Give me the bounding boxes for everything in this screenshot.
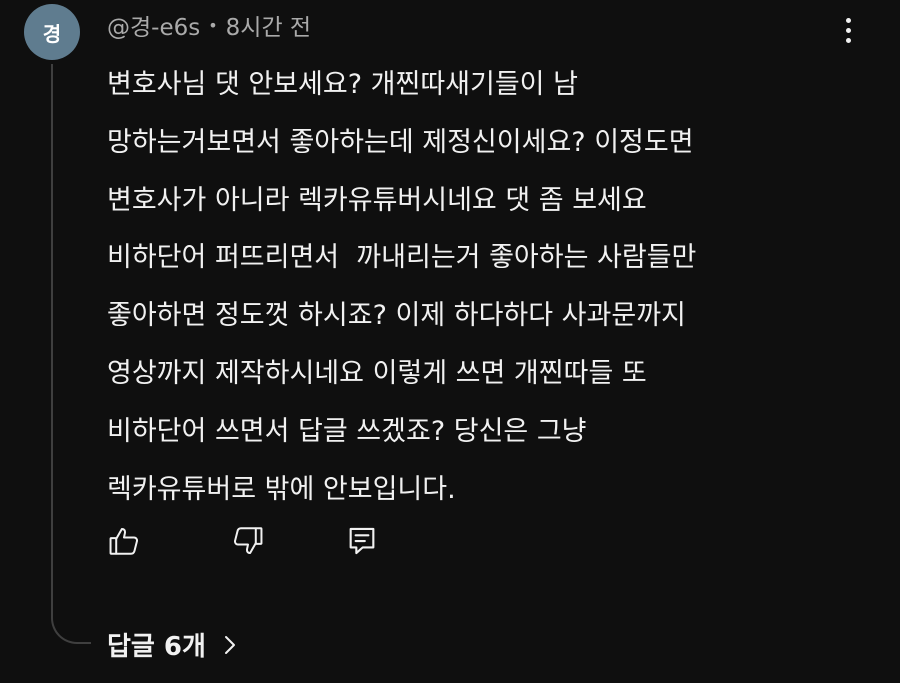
more-options-button[interactable] xyxy=(826,10,870,50)
comment-line: 렉카유튜버로 밖에 안보입니다. xyxy=(107,473,456,505)
comment-line: 변호사가 아니라 렉카유튜버시네요 댓 좀 보세요 xyxy=(107,184,647,216)
comment-line: 좋아하면 정도껏 하시죠? 이제 하다하다 사과문까지 xyxy=(107,300,686,332)
reply-button[interactable] xyxy=(342,521,382,561)
thumbs-up-icon xyxy=(109,527,139,555)
more-vertical-icon-dot-3 xyxy=(845,37,851,43)
avatar[interactable]: 경 xyxy=(24,4,80,60)
comment-timestamp: 8시간 전 xyxy=(225,15,312,41)
comment-thread: 경 @경-e6s • 8시간 전 변호사님 댓 안보세요? 개찐따새기들이 남 … xyxy=(0,0,900,683)
comment-line: 비하단어 퍼뜨리면서 까내리는거 좋아하는 사람들만 xyxy=(107,242,697,274)
view-replies-button[interactable]: 답글 6개 xyxy=(107,626,238,663)
thumbs-down-icon xyxy=(233,527,263,555)
like-button[interactable] xyxy=(104,521,144,561)
comment-text: 변호사님 댓 안보세요? 개찐따새기들이 남 망하는거보면서 좋아하는데 제정신… xyxy=(107,56,847,518)
header-separator: • xyxy=(208,15,218,35)
comment-line: 비하단어 쓰면서 답글 쓰겠죠? 당신은 그냥 xyxy=(107,415,587,447)
avatar-initial: 경 xyxy=(42,21,62,46)
more-vertical-icon-dot-2 xyxy=(845,27,851,33)
comment-line: 변호사님 댓 안보세요? 개찐따새기들이 남 xyxy=(107,69,578,100)
comment-header: @경-e6s • 8시간 전 xyxy=(107,8,311,42)
replies-count-label: 답글 6개 xyxy=(107,632,206,662)
comment-line: 영상까지 제작하시네요 이렇게 쓰면 개찐따들 또 xyxy=(107,357,647,389)
more-vertical-icon xyxy=(845,17,851,23)
author-handle[interactable]: @경-e6s xyxy=(107,8,200,42)
comment-actions xyxy=(104,521,382,561)
dislike-button[interactable] xyxy=(228,521,268,561)
comment-line: 망하는거보면서 좋아하는데 제정신이세요? 이정도면 xyxy=(107,126,694,158)
thread-line xyxy=(51,64,53,614)
reply-comment-icon xyxy=(349,527,375,555)
chevron-right-icon xyxy=(222,633,238,657)
thread-connector xyxy=(51,610,91,644)
